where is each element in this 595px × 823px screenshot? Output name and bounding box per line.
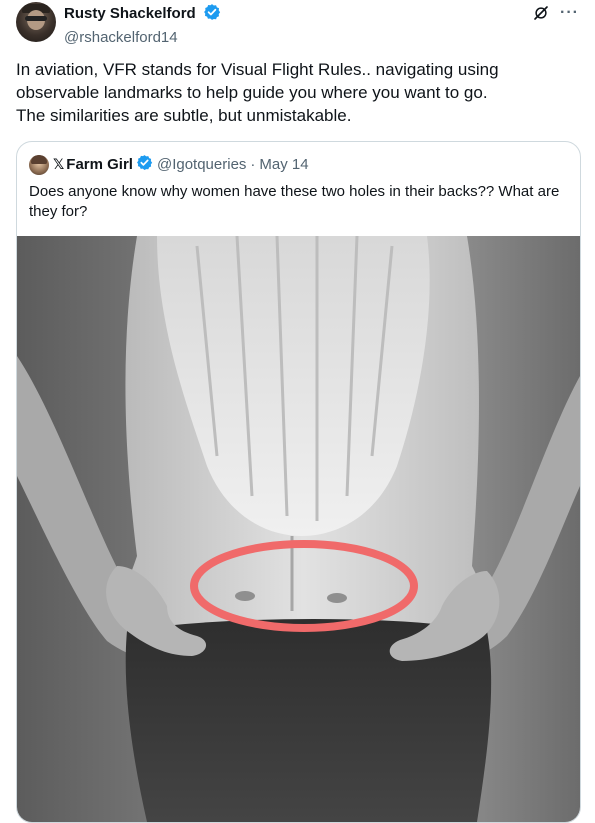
- quote-author-avatar[interactable]: [29, 154, 49, 175]
- tweet-text: In aviation, VFR stands for Visual Fligh…: [16, 58, 576, 127]
- meta-separator: ·: [250, 156, 256, 173]
- verified-badge-icon[interactable]: [136, 154, 153, 175]
- quote-header: 𝕏 Farm Girl @Igotqueries · May 14: [29, 154, 309, 175]
- tweet-text-line: The similarities are subtle, but unmista…: [16, 106, 352, 125]
- quote-text: Does anyone know why women have these tw…: [29, 183, 560, 220]
- verified-badge-icon[interactable]: [203, 3, 221, 26]
- quote-photo[interactable]: [17, 236, 580, 822]
- author-info: Rusty Shackelford @rshackelford14: [64, 3, 221, 47]
- author-handle[interactable]: @rshackelford14: [64, 28, 221, 47]
- quote-date[interactable]: May 14: [259, 156, 308, 173]
- tweet: Rusty Shackelford @rshackelford14 ··· In…: [0, 0, 595, 823]
- tweet-actions: ···: [532, 4, 579, 22]
- quote-author-name[interactable]: Farm Girl: [66, 156, 133, 173]
- x-logo-icon: 𝕏: [53, 156, 65, 172]
- tweet-text-line: In aviation, VFR stands for Visual Fligh…: [16, 60, 499, 79]
- quoted-tweet[interactable]: 𝕏 Farm Girl @Igotqueries · May 14 Does a…: [16, 141, 581, 823]
- author-avatar[interactable]: [16, 2, 56, 42]
- tweet-text-line: observable landmarks to help guide you w…: [16, 83, 488, 102]
- more-icon[interactable]: ···: [560, 5, 579, 21]
- grok-icon[interactable]: [532, 4, 550, 22]
- author-name-row: Rusty Shackelford: [64, 3, 221, 26]
- author-display-name[interactable]: Rusty Shackelford: [64, 5, 196, 22]
- quote-author-handle[interactable]: @Igotqueries: [157, 156, 246, 173]
